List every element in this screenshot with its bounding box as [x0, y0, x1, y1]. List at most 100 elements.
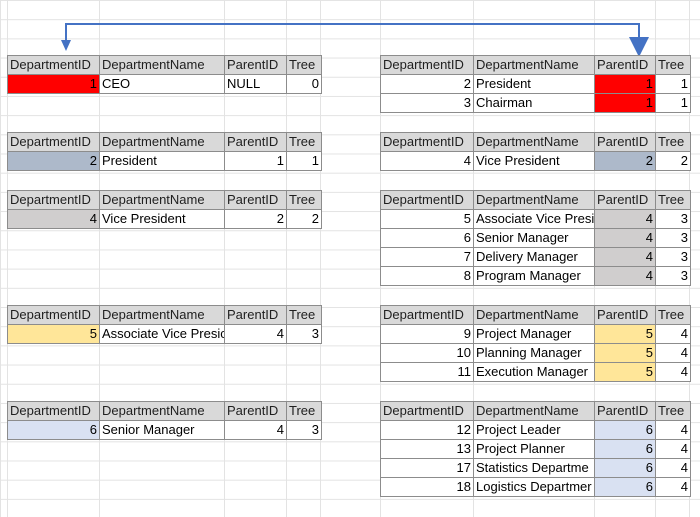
header-department-name[interactable]: DepartmentName	[99, 190, 225, 210]
parent-id-cell[interactable]: 4	[594, 266, 656, 286]
header-department-id[interactable]: DepartmentID	[380, 55, 474, 75]
department-name-cell[interactable]: Planning Manager	[473, 343, 595, 363]
header-department-id[interactable]: DepartmentID	[380, 401, 474, 421]
tree-cell[interactable]: 2	[286, 209, 322, 229]
department-id-cell[interactable]: 1	[7, 74, 100, 94]
department-id-cell[interactable]: 18	[380, 477, 474, 497]
department-id-cell[interactable]: 5	[380, 209, 474, 229]
header-department-name[interactable]: DepartmentName	[473, 305, 595, 325]
parent-id-cell[interactable]: 5	[594, 362, 656, 382]
header-department-name[interactable]: DepartmentName	[473, 190, 595, 210]
tree-cell[interactable]: 4	[655, 439, 691, 459]
parent-id-cell[interactable]: 5	[594, 343, 656, 363]
parent-id-cell[interactable]: 6	[594, 439, 656, 459]
department-name-cell[interactable]: President	[99, 151, 225, 171]
header-tree[interactable]: Tree	[286, 55, 322, 75]
department-name-cell[interactable]: Associate Vice Presi	[473, 209, 595, 229]
department-name-cell[interactable]: Logistics Departmer	[473, 477, 595, 497]
parent-id-cell[interactable]: 2	[224, 209, 287, 229]
department-name-cell[interactable]: President	[473, 74, 595, 94]
department-id-cell[interactable]: 4	[380, 151, 474, 171]
tree-cell[interactable]: 3	[286, 420, 322, 440]
tree-cell[interactable]: 1	[655, 74, 691, 94]
header-department-id[interactable]: DepartmentID	[7, 305, 100, 325]
header-department-id[interactable]: DepartmentID	[380, 305, 474, 325]
department-id-cell[interactable]: 2	[7, 151, 100, 171]
header-tree[interactable]: Tree	[655, 132, 691, 152]
parent-id-cell[interactable]: NULL	[224, 74, 287, 94]
parent-id-cell[interactable]: 2	[594, 151, 656, 171]
tree-cell[interactable]: 2	[655, 151, 691, 171]
header-tree[interactable]: Tree	[286, 401, 322, 421]
header-department-name[interactable]: DepartmentName	[99, 55, 225, 75]
parent-id-cell[interactable]: 4	[594, 247, 656, 267]
department-id-cell[interactable]: 2	[380, 74, 474, 94]
tree-cell[interactable]: 3	[655, 209, 691, 229]
header-parent-id[interactable]: ParentID	[594, 132, 656, 152]
header-department-name[interactable]: DepartmentName	[99, 305, 225, 325]
header-tree[interactable]: Tree	[655, 401, 691, 421]
header-department-id[interactable]: DepartmentID	[380, 132, 474, 152]
header-parent-id[interactable]: ParentID	[224, 401, 287, 421]
department-id-cell[interactable]: 9	[380, 324, 474, 344]
department-name-cell[interactable]: Vice President	[99, 209, 225, 229]
header-department-id[interactable]: DepartmentID	[7, 401, 100, 421]
parent-id-cell[interactable]: 4	[594, 228, 656, 248]
parent-id-cell[interactable]: 4	[594, 209, 656, 229]
department-name-cell[interactable]: Program Manager	[473, 266, 595, 286]
header-parent-id[interactable]: ParentID	[224, 55, 287, 75]
department-id-cell[interactable]: 12	[380, 420, 474, 440]
department-id-cell[interactable]: 4	[7, 209, 100, 229]
tree-cell[interactable]: 1	[655, 93, 691, 113]
department-name-cell[interactable]: Associate Vice Presic	[99, 324, 225, 344]
tree-cell[interactable]: 3	[655, 266, 691, 286]
header-department-name[interactable]: DepartmentName	[473, 55, 595, 75]
header-department-name[interactable]: DepartmentName	[473, 132, 595, 152]
header-department-id[interactable]: DepartmentID	[380, 190, 474, 210]
department-id-cell[interactable]: 10	[380, 343, 474, 363]
department-id-cell[interactable]: 13	[380, 439, 474, 459]
header-parent-id[interactable]: ParentID	[224, 132, 287, 152]
department-id-cell[interactable]: 17	[380, 458, 474, 478]
parent-id-cell[interactable]: 1	[594, 74, 656, 94]
tree-cell[interactable]: 4	[655, 420, 691, 440]
department-id-cell[interactable]: 5	[7, 324, 100, 344]
header-tree[interactable]: Tree	[286, 305, 322, 325]
department-name-cell[interactable]: Statistics Departme	[473, 458, 595, 478]
department-name-cell[interactable]: Execution Manager	[473, 362, 595, 382]
department-id-cell[interactable]: 8	[380, 266, 474, 286]
department-id-cell[interactable]: 6	[380, 228, 474, 248]
header-parent-id[interactable]: ParentID	[594, 401, 656, 421]
department-name-cell[interactable]: Project Planner	[473, 439, 595, 459]
parent-id-cell[interactable]: 6	[594, 458, 656, 478]
department-id-cell[interactable]: 3	[380, 93, 474, 113]
department-id-cell[interactable]: 11	[380, 362, 474, 382]
header-department-id[interactable]: DepartmentID	[7, 132, 100, 152]
tree-cell[interactable]: 4	[655, 477, 691, 497]
department-name-cell[interactable]: CEO	[99, 74, 225, 94]
department-name-cell[interactable]: Senior Manager	[99, 420, 225, 440]
parent-id-cell[interactable]: 6	[594, 420, 656, 440]
department-name-cell[interactable]: Project Leader	[473, 420, 595, 440]
parent-id-cell[interactable]: 4	[224, 324, 287, 344]
tree-cell[interactable]: 4	[655, 362, 691, 382]
header-parent-id[interactable]: ParentID	[594, 55, 656, 75]
header-tree[interactable]: Tree	[655, 55, 691, 75]
header-tree[interactable]: Tree	[655, 305, 691, 325]
department-name-cell[interactable]: Chairman	[473, 93, 595, 113]
header-department-id[interactable]: DepartmentID	[7, 55, 100, 75]
header-tree[interactable]: Tree	[655, 190, 691, 210]
department-name-cell[interactable]: Vice President	[473, 151, 595, 171]
header-parent-id[interactable]: ParentID	[224, 305, 287, 325]
parent-id-cell[interactable]: 5	[594, 324, 656, 344]
department-name-cell[interactable]: Project Manager	[473, 324, 595, 344]
tree-cell[interactable]: 4	[655, 343, 691, 363]
header-department-id[interactable]: DepartmentID	[7, 190, 100, 210]
department-id-cell[interactable]: 7	[380, 247, 474, 267]
department-name-cell[interactable]: Delivery Manager	[473, 247, 595, 267]
header-department-name[interactable]: DepartmentName	[99, 401, 225, 421]
parent-id-cell[interactable]: 6	[594, 477, 656, 497]
tree-cell[interactable]: 3	[655, 247, 691, 267]
header-parent-id[interactable]: ParentID	[594, 190, 656, 210]
tree-cell[interactable]: 3	[286, 324, 322, 344]
